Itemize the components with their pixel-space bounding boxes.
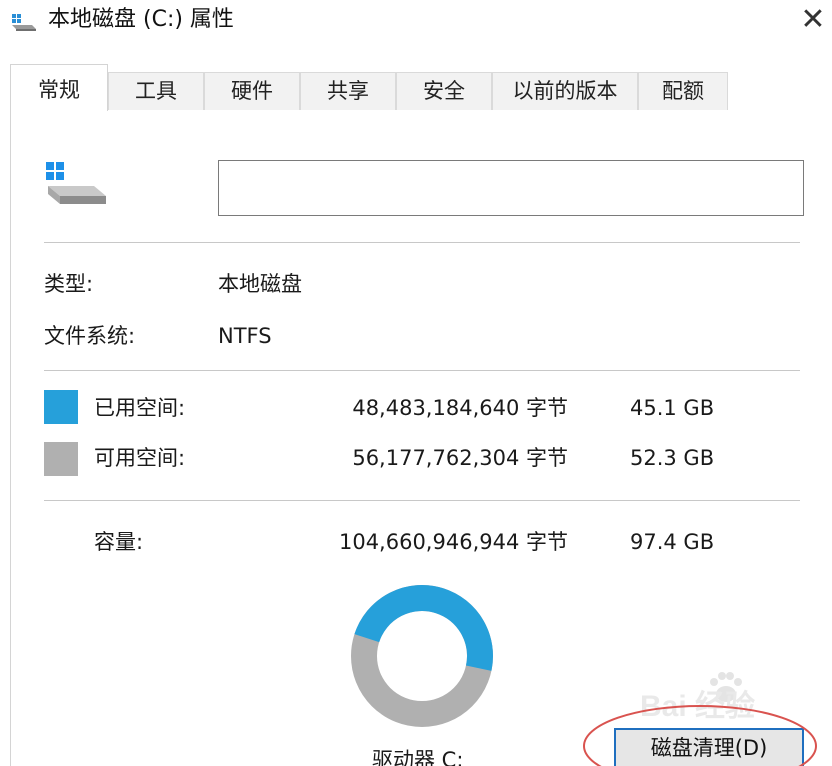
type-value: 本地磁盘 [218, 272, 302, 296]
capacity-size: 97.4 GB [630, 530, 715, 554]
divider [44, 500, 800, 501]
drive-icon [12, 14, 36, 31]
divider [44, 370, 800, 371]
capacity-label: 容量: [94, 530, 144, 554]
free-space-size: 52.3 GB [630, 446, 715, 470]
divider [44, 242, 800, 243]
drive-name-input[interactable] [218, 160, 804, 216]
used-space-bytes: 48,483,184,640 字节 [352, 396, 568, 420]
tab-hardware[interactable]: 硬件 [204, 72, 300, 110]
close-button[interactable]: ✕ [796, 4, 830, 38]
used-space-size: 45.1 GB [630, 396, 715, 420]
free-space-bytes: 56,177,762,304 字节 [352, 446, 568, 470]
properties-window: 本地磁盘 (C:) 属性 ✕ 常规 工具 硬件 共享 安全 以前的版本 配额 类… [0, 0, 832, 766]
tab-sharing[interactable]: 共享 [300, 72, 396, 110]
type-label: 类型: [44, 272, 94, 296]
drive-label: 驱动器 C: [372, 748, 464, 766]
window-title: 本地磁盘 (C:) 属性 [48, 7, 234, 32]
tab-tools[interactable]: 工具 [108, 72, 204, 110]
tab-general[interactable]: 常规 [10, 64, 108, 111]
filesystem-value: NTFS [218, 324, 272, 348]
free-space-swatch [44, 442, 78, 476]
windows-drive-icon [46, 162, 106, 204]
used-space-label: 已用空间: [94, 396, 186, 420]
usage-donut [351, 585, 493, 727]
tab-security[interactable]: 安全 [396, 72, 492, 110]
disk-cleanup-button[interactable]: 磁盘清理(D) [614, 728, 804, 766]
title-bar: 本地磁盘 (C:) 属性 ✕ [0, 0, 832, 44]
capacity-bytes: 104,660,946,944 字节 [338, 530, 568, 554]
used-space-swatch [44, 390, 78, 424]
tab-previous-versions[interactable]: 以前的版本 [492, 72, 638, 110]
tab-quota[interactable]: 配额 [638, 72, 728, 110]
filesystem-label: 文件系统: [44, 324, 136, 348]
free-space-label: 可用空间: [94, 446, 186, 470]
